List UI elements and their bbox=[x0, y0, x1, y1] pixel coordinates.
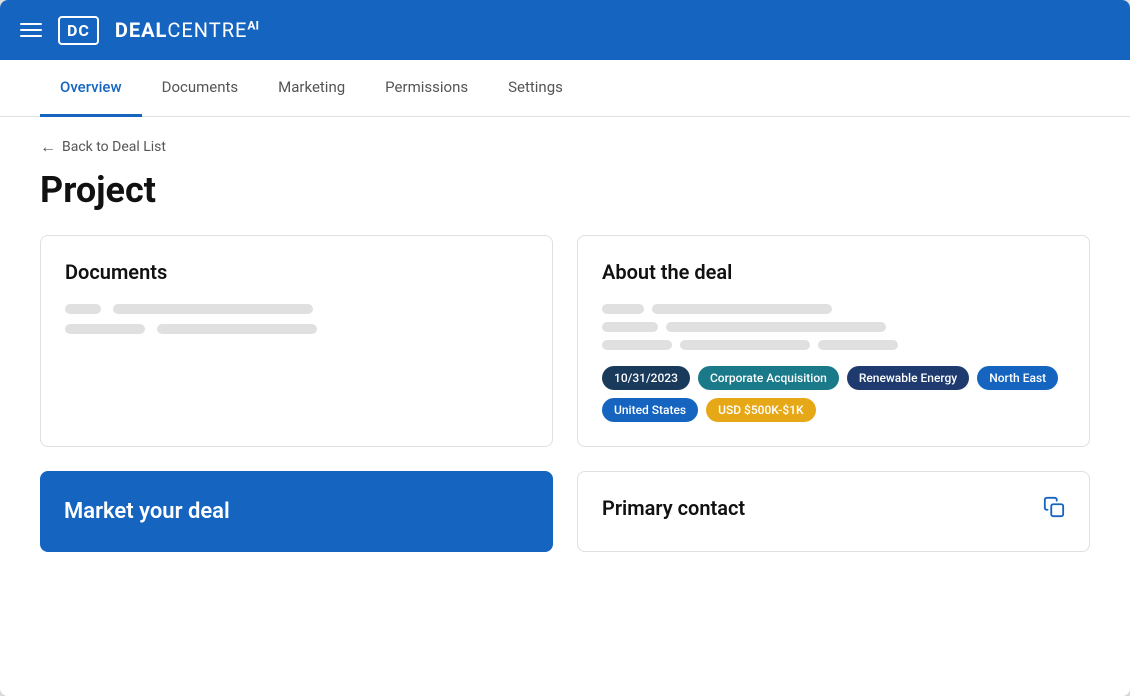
brand-name: DEALCENTREAI bbox=[115, 18, 259, 42]
badges-section: 10/31/2023 Corporate Acquisition Renewab… bbox=[602, 366, 1065, 422]
skeleton-row-1 bbox=[65, 304, 528, 314]
cards-row: Documents About the deal bbox=[40, 235, 1090, 447]
skeleton-block bbox=[157, 324, 317, 334]
tab-settings[interactable]: Settings bbox=[488, 60, 583, 117]
skeleton-block bbox=[602, 322, 658, 332]
skeleton-block bbox=[652, 304, 832, 314]
documents-card-title: Documents bbox=[65, 260, 528, 284]
back-to-deal-list[interactable]: ← Back to Deal List bbox=[40, 137, 1090, 157]
nav-tabs: Overview Documents Marketing Permissions… bbox=[0, 60, 1130, 117]
skeleton-block bbox=[818, 340, 898, 350]
badge-date: 10/31/2023 bbox=[602, 366, 690, 390]
hamburger-menu-button[interactable] bbox=[20, 23, 42, 37]
skeleton-block bbox=[602, 340, 672, 350]
tab-documents[interactable]: Documents bbox=[142, 60, 259, 117]
skeleton-group-3 bbox=[602, 340, 1065, 350]
logo-text: DC bbox=[67, 21, 90, 40]
back-arrow-icon: ← bbox=[40, 137, 56, 157]
logo-box: DC bbox=[58, 16, 99, 45]
skeleton-block bbox=[602, 304, 644, 314]
skeleton-block bbox=[65, 304, 101, 314]
tab-overview[interactable]: Overview bbox=[40, 60, 142, 117]
badge-sector: Renewable Energy bbox=[847, 366, 969, 390]
bottom-row: Market your deal Primary contact bbox=[40, 471, 1090, 552]
skeleton-block bbox=[113, 304, 313, 314]
page-title: Project bbox=[40, 169, 1090, 211]
tab-marketing[interactable]: Marketing bbox=[258, 60, 365, 117]
tab-permissions[interactable]: Permissions bbox=[365, 60, 488, 117]
skeleton-block bbox=[666, 322, 886, 332]
badge-region: North East bbox=[977, 366, 1058, 390]
skeleton-group-2 bbox=[602, 322, 1065, 332]
skeleton-block bbox=[65, 324, 145, 334]
badge-type: Corporate Acquisition bbox=[698, 366, 839, 390]
about-deal-title: About the deal bbox=[602, 260, 1065, 284]
market-card-title: Market your deal bbox=[64, 499, 529, 524]
skeleton-block bbox=[680, 340, 810, 350]
copy-icon[interactable] bbox=[1043, 496, 1065, 522]
skeleton-group-1 bbox=[602, 304, 1065, 314]
about-deal-card: About the deal bbox=[577, 235, 1090, 447]
badge-country: United States bbox=[602, 398, 698, 422]
documents-skeleton bbox=[65, 304, 528, 334]
primary-contact-title: Primary contact bbox=[602, 496, 745, 520]
market-your-deal-card[interactable]: Market your deal bbox=[40, 471, 553, 552]
main-content: ← Back to Deal List Project Documents bbox=[0, 117, 1130, 696]
documents-card: Documents bbox=[40, 235, 553, 447]
header: DC DEALCENTREAI bbox=[0, 0, 1130, 60]
primary-contact-card: Primary contact bbox=[577, 471, 1090, 552]
app-window: DC DEALCENTREAI Overview Documents Marke… bbox=[0, 0, 1130, 696]
about-skeleton bbox=[602, 304, 1065, 350]
badge-size: USD $500K-$1K bbox=[706, 398, 816, 422]
back-label: Back to Deal List bbox=[62, 139, 166, 155]
skeleton-row-2 bbox=[65, 324, 528, 334]
